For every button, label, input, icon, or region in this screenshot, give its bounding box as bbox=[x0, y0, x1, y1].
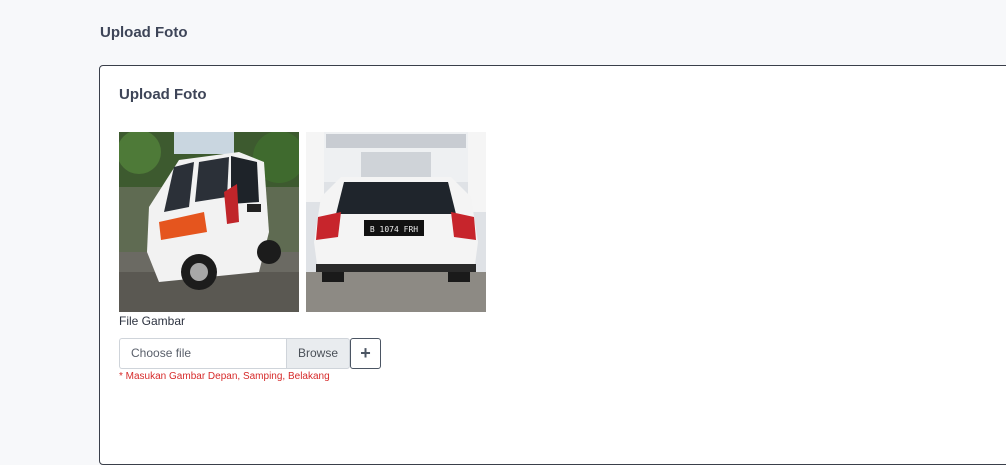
page-title: Upload Foto bbox=[100, 24, 188, 41]
file-label: File Gambar bbox=[119, 314, 186, 328]
plus-icon: + bbox=[360, 343, 371, 363]
file-input[interactable]: Choose file bbox=[119, 338, 286, 369]
upload-card: Upload Foto B 1074 FRH File Gambar Choos… bbox=[99, 65, 1006, 465]
add-file-button[interactable]: + bbox=[350, 338, 381, 369]
card-title: Upload Foto bbox=[119, 86, 207, 103]
photo-side-view bbox=[119, 132, 299, 312]
car-rear-image: B 1074 FRH bbox=[306, 132, 486, 312]
browse-button[interactable]: Browse bbox=[286, 338, 350, 369]
license-plate-text: B 1074 FRH bbox=[370, 225, 418, 234]
upload-hint: * Masukan Gambar Depan, Samping, Belakan… bbox=[119, 371, 330, 382]
car-side-image bbox=[119, 132, 299, 312]
file-upload-group: Choose file Browse + bbox=[119, 338, 381, 369]
photo-rear-view: B 1074 FRH bbox=[306, 132, 486, 312]
